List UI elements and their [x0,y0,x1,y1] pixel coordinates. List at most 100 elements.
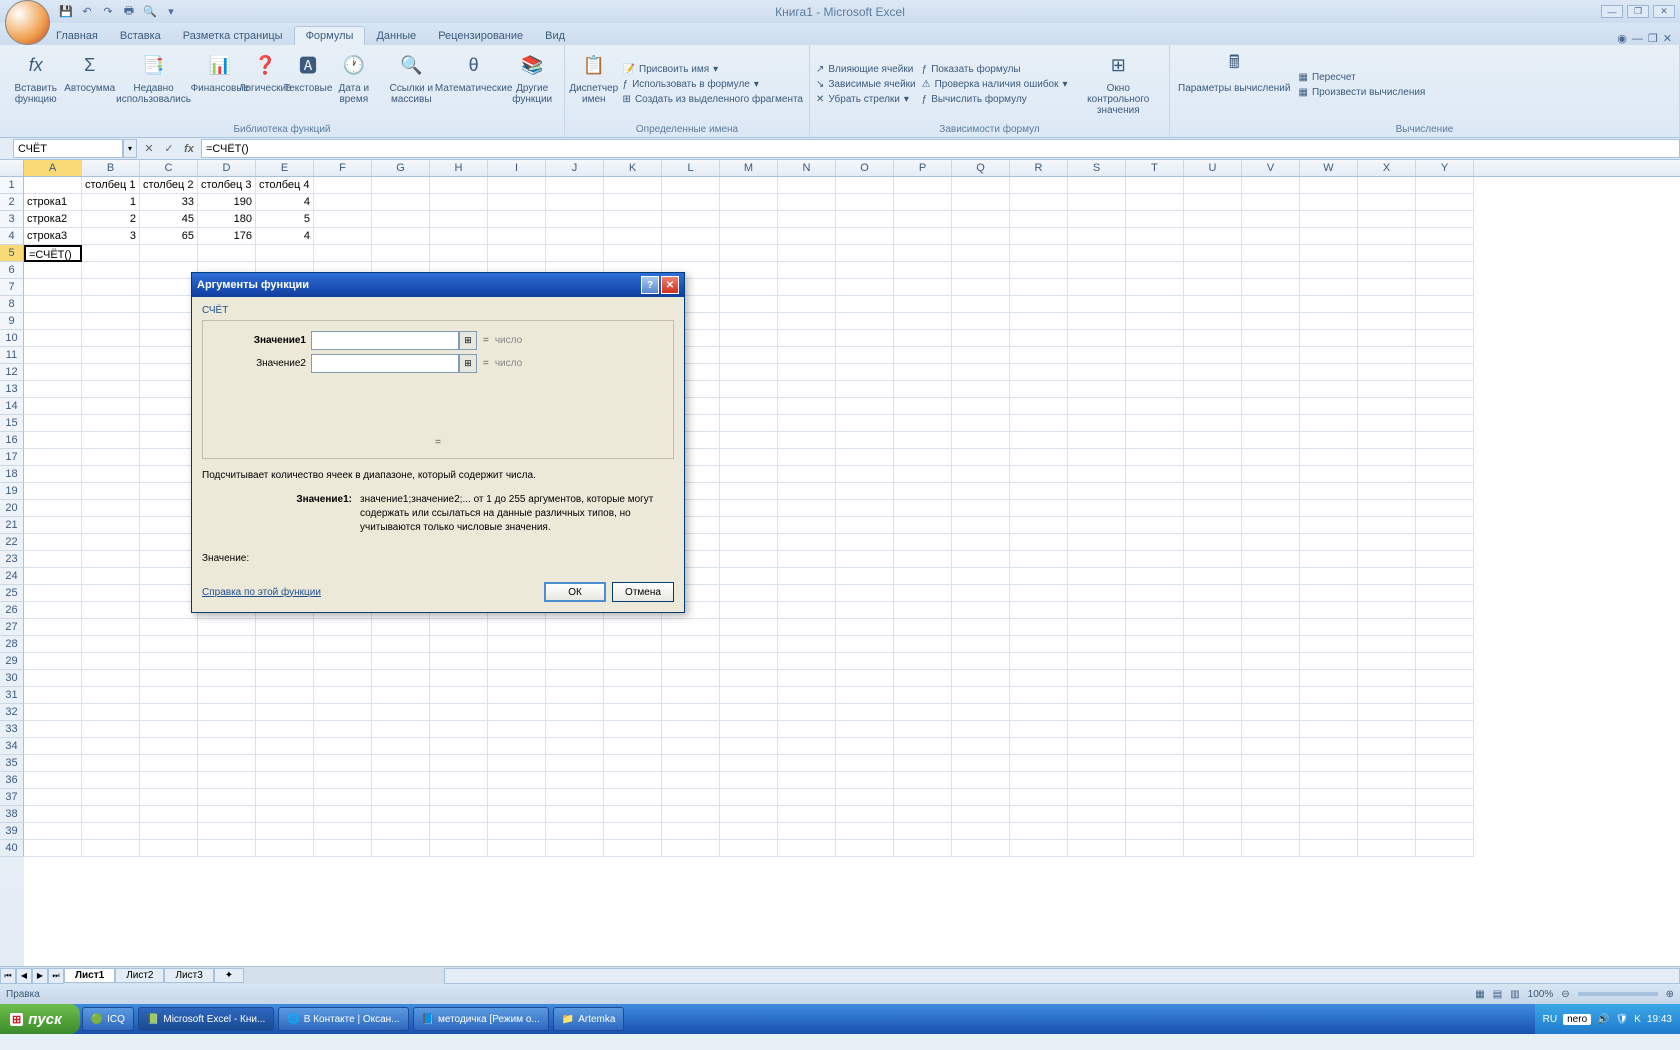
cell[interactable] [836,636,894,653]
cell[interactable] [836,704,894,721]
cell[interactable] [256,619,314,636]
row-header[interactable]: 8 [0,296,24,313]
cell[interactable] [1184,585,1242,602]
cell[interactable] [604,228,662,245]
cell[interactable] [82,653,140,670]
cell[interactable] [82,636,140,653]
clock[interactable]: 19:43 [1647,1014,1672,1025]
cell[interactable] [1068,840,1126,857]
cell[interactable] [894,772,952,789]
cell[interactable] [430,772,488,789]
cell[interactable] [546,738,604,755]
redo-icon[interactable]: ↷ [99,3,117,21]
cell[interactable] [1242,840,1300,857]
cell[interactable] [24,177,82,194]
cell[interactable] [1300,245,1358,262]
arg2-input[interactable] [311,354,459,373]
column-header[interactable]: M [720,160,778,176]
cell[interactable] [836,517,894,534]
cell[interactable] [952,619,1010,636]
row-header[interactable]: 23 [0,551,24,568]
cell[interactable] [952,585,1010,602]
cell[interactable] [836,262,894,279]
cell[interactable] [894,313,952,330]
row-header[interactable]: 14 [0,398,24,415]
cell[interactable] [662,687,720,704]
cell[interactable] [546,840,604,857]
cell[interactable] [24,602,82,619]
cell[interactable] [24,840,82,857]
cell[interactable] [720,296,778,313]
print-icon[interactable]: 🖶 [120,3,138,21]
cell[interactable] [1184,636,1242,653]
cell[interactable] [1358,330,1416,347]
cell[interactable] [256,772,314,789]
cell[interactable] [1068,704,1126,721]
dialog-close-button[interactable]: ✕ [661,276,679,294]
cell[interactable] [1126,211,1184,228]
cell[interactable] [1010,364,1068,381]
cell[interactable] [1184,653,1242,670]
cell[interactable] [1300,670,1358,687]
cell[interactable] [546,687,604,704]
cell[interactable] [1416,262,1474,279]
start-button[interactable]: ⊞пуск [0,1004,80,1034]
cell[interactable] [836,500,894,517]
cell[interactable] [1184,330,1242,347]
cell[interactable] [82,823,140,840]
calc-sheet-button[interactable]: ▦ Произвести вычисления [1296,86,1427,99]
cell[interactable]: строка1 [24,194,82,211]
cell[interactable] [24,568,82,585]
cell[interactable] [372,704,430,721]
row-header[interactable]: 10 [0,330,24,347]
cell[interactable] [1300,704,1358,721]
cell[interactable] [894,687,952,704]
taskbar-item[interactable]: 📁 Artemka [553,1007,625,1031]
cell[interactable] [1242,313,1300,330]
ribbon-restore-button[interactable]: ❐ [1648,32,1658,45]
cell[interactable] [488,653,546,670]
cell[interactable] [836,466,894,483]
cell[interactable] [1126,619,1184,636]
cell[interactable] [430,653,488,670]
cell[interactable] [894,483,952,500]
row-header[interactable]: 24 [0,568,24,585]
cell[interactable] [720,551,778,568]
cell[interactable] [1300,772,1358,789]
cell[interactable] [952,551,1010,568]
cell[interactable] [82,245,140,262]
cell[interactable] [82,551,140,568]
cell[interactable] [778,806,836,823]
cell[interactable] [1358,500,1416,517]
cell[interactable] [952,262,1010,279]
cell[interactable] [778,381,836,398]
zoom-level[interactable]: 100% [1528,989,1554,1000]
cell[interactable] [1242,653,1300,670]
cell[interactable]: строка3 [24,228,82,245]
cell[interactable] [1416,466,1474,483]
cell[interactable] [140,466,198,483]
cell[interactable] [1184,687,1242,704]
cell[interactable] [1068,738,1126,755]
column-header[interactable]: S [1068,160,1126,176]
cell[interactable] [1300,194,1358,211]
define-name-button[interactable]: 📝 Присвоить имя ▾ [621,63,805,76]
cell[interactable] [1300,279,1358,296]
cell[interactable] [1126,585,1184,602]
cell[interactable] [1010,347,1068,364]
cell[interactable] [24,262,82,279]
cell[interactable] [836,721,894,738]
row-header[interactable]: 40 [0,840,24,857]
cell[interactable] [372,806,430,823]
cell[interactable] [1010,806,1068,823]
cell[interactable] [1010,228,1068,245]
cell[interactable] [488,211,546,228]
cell[interactable] [140,619,198,636]
cell[interactable]: столбец 3 [198,177,256,194]
column-header[interactable]: E [256,160,314,176]
cell[interactable] [488,177,546,194]
cell[interactable] [778,279,836,296]
cell[interactable] [894,415,952,432]
cell[interactable] [488,194,546,211]
cell[interactable] [1242,704,1300,721]
